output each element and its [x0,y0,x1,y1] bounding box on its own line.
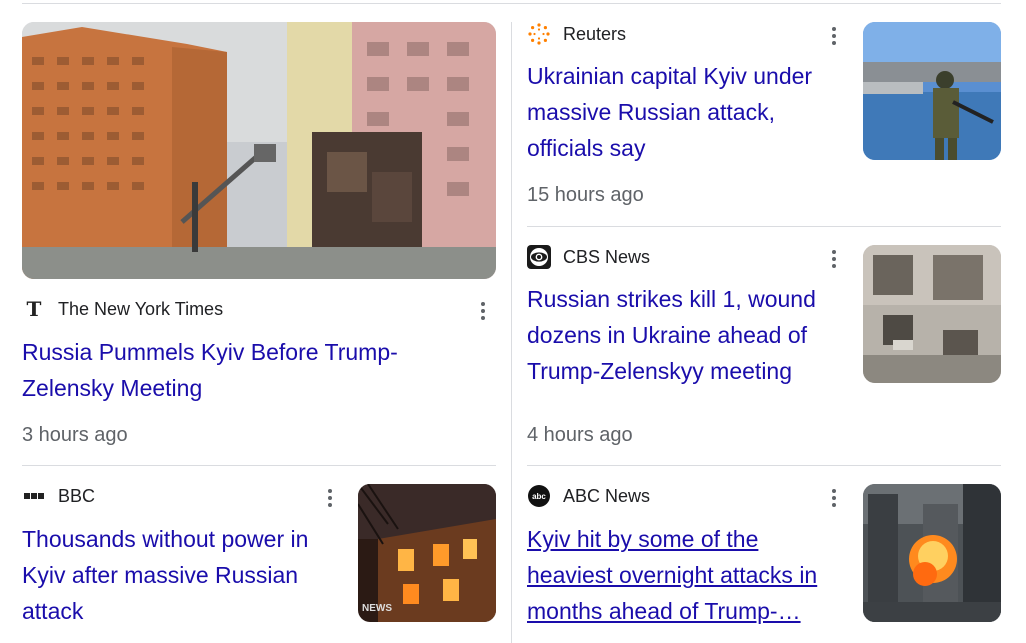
bbc-logo-icon [22,484,46,508]
source-name: BBC [58,485,96,506]
more-vert-icon[interactable] [827,245,841,273]
headline-link[interactable]: Thousands without power in Kyiv after ma… [22,521,342,629]
source-row[interactable]: BBC [22,484,95,508]
article-thumbnail[interactable]: NEWS [358,484,496,622]
top-divider [22,3,1001,4]
source-name: The New York Times [58,298,224,319]
source-row[interactable]: abc ABC News [527,484,650,508]
divider-right-2 [527,465,1001,466]
article-thumbnail[interactable] [863,484,1001,622]
article-thumbnail[interactable] [863,245,1001,383]
more-vert-icon[interactable] [827,484,841,512]
divider-right-1 [527,226,1001,227]
reuters-logo-icon [527,22,551,46]
headline-link[interactable]: Ukrainian capital Kyiv under massive Rus… [527,58,837,166]
timestamp: 15 hours ago [527,184,644,206]
source-row[interactable]: Reuters [527,22,626,46]
source-name: Reuters [563,23,627,44]
svg-text:abc: abc [532,492,546,501]
nyt-logo-icon: T [22,297,46,321]
headline-link[interactable]: Russia Pummels Kyiv Before Trump-Zelensk… [22,334,442,406]
timestamp: 4 hours ago [527,424,633,446]
svg-text:T: T [27,298,42,320]
article-thumbnail[interactable] [863,22,1001,160]
abc-logo-icon: abc [527,484,551,508]
more-vert-icon[interactable] [323,484,337,512]
source-row[interactable]: T The New York Times [22,297,224,321]
more-vert-icon[interactable] [476,297,490,325]
source-name: CBS News [563,246,651,267]
timestamp: 3 hours ago [22,424,128,446]
more-vert-icon[interactable] [827,22,841,50]
divider-left [22,465,496,466]
source-row[interactable]: CBS News [527,245,650,269]
source-name: ABC News [563,485,651,506]
cbs-eye-logo-icon [527,245,551,269]
article-image[interactable] [22,22,496,279]
thumb-caption: NEWS [362,603,392,614]
column-divider [511,22,512,643]
headline-link[interactable]: Kyiv hit by some of the heaviest overnig… [527,521,847,629]
headline-link[interactable]: Russian strikes kill 1, wound dozens in … [527,281,847,389]
